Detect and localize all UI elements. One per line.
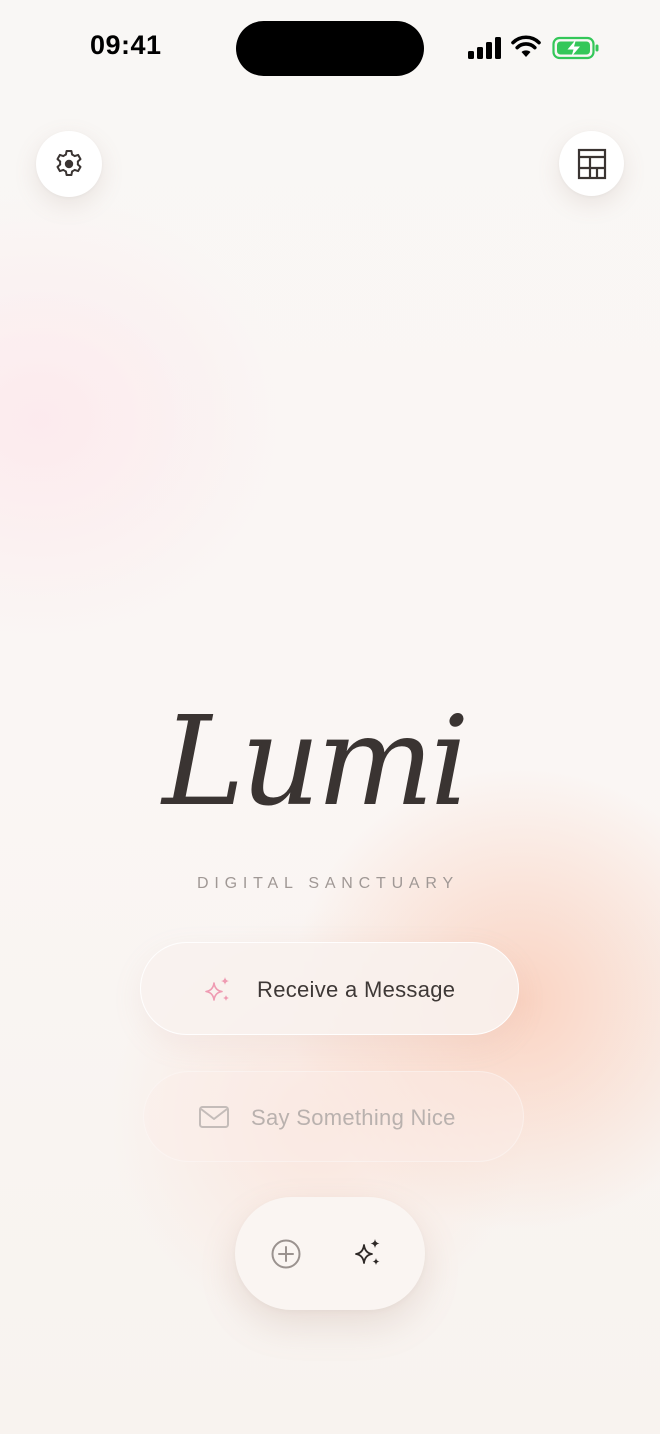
wifi-icon xyxy=(511,35,541,57)
receive-message-button[interactable]: Receive a Message xyxy=(140,942,519,1035)
status-bar: 09:41 xyxy=(0,0,660,100)
settings-button[interactable] xyxy=(36,131,102,197)
gear-icon xyxy=(56,150,82,176)
receive-message-label: Receive a Message xyxy=(257,977,456,1002)
say-something-nice-button[interactable]: Say Something Nice xyxy=(143,1071,524,1162)
dynamic-island xyxy=(236,21,424,76)
say-something-nice-label: Say Something Nice xyxy=(251,1105,456,1130)
layout-grid-icon xyxy=(577,148,606,179)
battery-charging-icon xyxy=(552,36,599,60)
bottom-action-bar xyxy=(235,1197,425,1310)
sparkles-icon[interactable] xyxy=(352,1237,384,1269)
plus-circle-icon[interactable] xyxy=(270,1238,302,1270)
envelope-icon xyxy=(199,1106,229,1128)
status-time: 09:41 xyxy=(90,30,162,60)
cellular-signal-icon xyxy=(468,37,501,59)
gallery-button[interactable] xyxy=(559,131,624,196)
app-subtitle: DIGITAL SANCTUARY xyxy=(197,875,459,892)
app-title: Lumi xyxy=(162,690,469,834)
sparkles-icon xyxy=(205,977,229,1001)
